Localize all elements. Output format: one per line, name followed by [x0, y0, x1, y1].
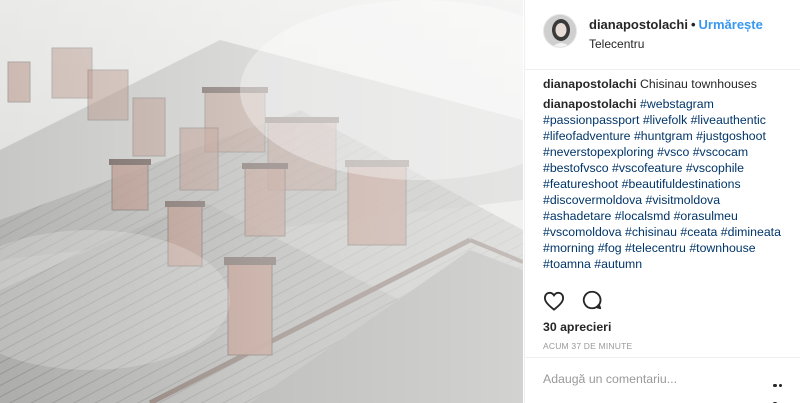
hashtag-link[interactable]: #dimineata — [721, 225, 781, 239]
hashtag-link[interactable]: #vsco — [657, 145, 689, 159]
post-timestamp: ACUM 37 DE MINUTE — [543, 341, 633, 351]
hashtag-link[interactable]: #vscophile — [686, 161, 744, 175]
avatar-image — [544, 15, 576, 47]
hashtag-link[interactable]: #passionpassport — [543, 113, 639, 127]
hashtag-link[interactable]: #justgoshoot — [696, 129, 766, 143]
action-bar — [543, 289, 615, 313]
hashtag-link[interactable]: #featureshoot — [543, 177, 618, 191]
heart-icon[interactable] — [543, 291, 565, 316]
location-link[interactable]: Telecentru — [589, 37, 644, 51]
photo-rooftops-fog — [0, 0, 523, 403]
more-options-icon[interactable] — [773, 374, 789, 403]
hashtag-link[interactable]: #vscocam — [693, 145, 748, 159]
hashtag-link[interactable]: #ashadetare — [543, 209, 611, 223]
hashtag-link[interactable]: #orasulmeu — [674, 209, 738, 223]
follow-button[interactable]: Urmărește — [699, 17, 763, 32]
post-sidebar: dianapostolachi • Urmărește Telecentru dia… — [524, 0, 800, 403]
hashtag-link[interactable]: #webstagram — [640, 97, 714, 111]
comment-username[interactable]: dianapostolachi — [543, 97, 637, 111]
caption-username[interactable]: dianapostolachi — [543, 77, 637, 91]
hashtag-link[interactable]: #livefolk — [643, 113, 687, 127]
hashtag-link[interactable]: #morning — [543, 241, 594, 255]
hashtag-link[interactable]: #vscofeature — [612, 161, 682, 175]
avatar[interactable] — [543, 14, 577, 48]
hashtag-link[interactable]: #toamna — [543, 257, 591, 271]
hashtag-link[interactable]: #liveauthentic — [691, 113, 766, 127]
hashtag-link[interactable]: #telecentru — [625, 241, 686, 255]
hashtag-link[interactable]: #lifeofadventure — [543, 129, 631, 143]
hashtag-link[interactable]: #chisinau — [625, 225, 677, 239]
hashtag-link[interactable]: #townhouse — [689, 241, 755, 255]
hashtag-link[interactable]: #ceata — [680, 225, 717, 239]
hashtag-link[interactable]: #visitmoldova — [646, 193, 721, 207]
hashtag-link[interactable]: #neverstopexploring — [543, 145, 654, 159]
hashtag-link[interactable]: #huntgram — [634, 129, 693, 143]
post-header: dianapostolachi • Urmărește Telecentru — [525, 0, 800, 70]
comment-box — [525, 357, 800, 403]
hashtag-link[interactable]: #beautifuldestinations — [622, 177, 741, 191]
separator-dot: • — [690, 17, 696, 32]
hashtag-link[interactable]: #localsmd — [615, 209, 670, 223]
caption: dianapostolachi Chisinau townhouses — [543, 76, 791, 92]
hashtag-link[interactable]: #vscomoldova — [543, 225, 622, 239]
likes-count[interactable]: 30 aprecieri — [543, 320, 611, 334]
comments-list: dianapostolachi Chisinau townhouses dian… — [543, 76, 791, 282]
hashtag-list: #webstagram #passionpassport #livefolk #… — [543, 97, 781, 271]
hashtag-link[interactable]: #bestofvsco — [543, 161, 609, 175]
comment-input[interactable] — [543, 372, 763, 386]
post-photo[interactable] — [0, 0, 523, 403]
author-username[interactable]: dianapostolachi — [589, 17, 688, 32]
comment-icon[interactable] — [581, 289, 603, 316]
hashtag-link[interactable]: #autumn — [594, 257, 642, 271]
hashtag-link[interactable]: #discovermoldova — [543, 193, 642, 207]
caption-text: Chisinau townhouses — [640, 77, 757, 91]
hashtag-link[interactable]: #fog — [598, 241, 622, 255]
hashtag-comment: dianapostolachi #webstagram #passionpass… — [543, 96, 791, 272]
